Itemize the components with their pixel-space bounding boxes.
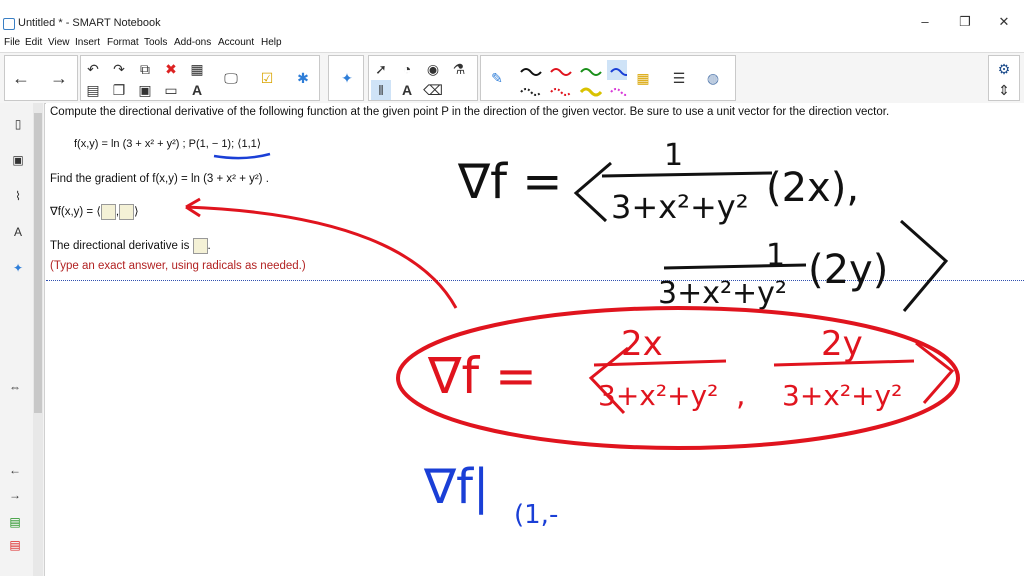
- ink-arrow: [185, 205, 458, 309]
- ink-red-num2: 2y: [821, 324, 863, 364]
- table-icon[interactable]: ▦: [187, 59, 207, 79]
- paint-icon[interactable]: ⚗: [449, 59, 469, 79]
- settings-group: ⚙ ⇕: [988, 55, 1020, 101]
- menu-addons[interactable]: Add-ons: [174, 37, 211, 48]
- close-button[interactable]: ✕: [984, 14, 1024, 30]
- properties-icon[interactable]: A: [9, 223, 27, 241]
- addons-group: ✦: [328, 55, 364, 101]
- add-page-icon[interactable]: ▤: [6, 513, 24, 531]
- check-box-icon[interactable]: ☑: [257, 68, 277, 88]
- delete-page-icon[interactable]: ▤: [6, 536, 24, 554]
- fill-icon[interactable]: ◉: [423, 59, 443, 79]
- toolbar-move-icon[interactable]: ⇕: [994, 80, 1014, 100]
- ink-red-den2: 3+x²+y²: [782, 379, 902, 412]
- ink-black-grad: ∇f =: [457, 154, 562, 210]
- text-tool-icon[interactable]: A: [397, 80, 417, 100]
- screen-share-icon[interactable]: 🖵: [221, 68, 241, 88]
- delete-icon[interactable]: ✖: [161, 59, 181, 79]
- ink-red-comma: ,: [736, 378, 746, 413]
- menu-format[interactable]: Format: [107, 37, 139, 48]
- lines-icon[interactable]: ‖: [371, 80, 391, 100]
- ink-red-closebracket: [915, 341, 955, 404]
- ink-black-2x: (2x),: [766, 165, 859, 211]
- ink-blue-sub: (1,-: [514, 500, 558, 530]
- ink-layer: ∇f = 1 3+x²+y² (2x), 1 3+x²+y² (2y) ∇f =…: [185, 138, 960, 530]
- edit-group: ↶ ↷ ⧉ ✖ ▦ ▤ ❐ ▣ ▭ A 🖵 ☑ ✱: [80, 55, 320, 101]
- magic-pen-icon[interactable]: ◍: [703, 68, 723, 88]
- notebook-canvas[interactable]: Compute the directional derivative of th…: [46, 103, 1024, 576]
- select-icon[interactable]: ➚: [371, 59, 391, 79]
- ink-black-num1: 1: [664, 138, 683, 173]
- menu-insert[interactable]: Insert: [75, 37, 100, 48]
- ink-black-2y: (2y): [808, 247, 888, 293]
- page-icon[interactable]: ▤: [83, 80, 103, 100]
- add-on-icon[interactable]: ✱: [293, 68, 313, 88]
- menu-view[interactable]: View: [48, 37, 70, 48]
- redo-icon[interactable]: ↷: [109, 59, 129, 79]
- window-title: Untitled * - SMART Notebook: [18, 17, 161, 29]
- ink-black-num2: 1: [766, 238, 785, 273]
- smart-notebook-icon: [3, 18, 15, 30]
- toolbar: ← → ↶ ↷ ⧉ ✖ ▦ ▤ ❐ ▣ ▭ A 🖵 ☑ ✱ ✦ ➚ ◔ ◉ ⚗ …: [0, 52, 1024, 104]
- copy-icon[interactable]: ❐: [109, 80, 129, 100]
- vertical-scrollbar[interactable]: [33, 103, 43, 576]
- ink-red-den1: 3+x²+y²: [598, 379, 718, 412]
- color-icon[interactable]: ▦: [633, 68, 653, 88]
- ink-red-num1: 2x: [621, 324, 663, 364]
- ink-underline: [213, 152, 271, 160]
- line-style-icon[interactable]: ☰: [669, 68, 689, 88]
- back-arrow-icon[interactable]: ←: [11, 68, 31, 88]
- prev-page-icon[interactable]: ←: [6, 461, 24, 479]
- menu-file[interactable]: File: [4, 37, 20, 48]
- text-icon[interactable]: A: [187, 80, 207, 100]
- ink-black-bracket: [573, 161, 612, 223]
- pen-presets[interactable]: [517, 60, 627, 98]
- save-icon[interactable]: ▣: [135, 80, 155, 100]
- tools-group: ➚ ◔ ◉ ⚗ ‖ A ⌫: [368, 55, 478, 101]
- menu-edit[interactable]: Edit: [25, 37, 42, 48]
- menu-tools[interactable]: Tools: [144, 37, 167, 48]
- page-sorter-icon[interactable]: ▯: [9, 115, 27, 133]
- settings-icon[interactable]: ⚙: [994, 59, 1014, 79]
- pen-icon[interactable]: ✎: [487, 68, 507, 88]
- ink-black-bar1: [601, 171, 773, 178]
- ink-black-den1: 3+x²+y²: [611, 188, 749, 226]
- puzzle-icon[interactable]: ✦: [337, 68, 357, 88]
- next-page-icon[interactable]: →: [6, 486, 24, 504]
- ink-red-bar2: [773, 359, 915, 367]
- addons-panel-icon[interactable]: ✦: [9, 259, 27, 277]
- menu-bar: File Edit View Insert Format Tools Add-o…: [0, 34, 1024, 52]
- ink-black-den2: 3+x²+y²: [658, 276, 787, 311]
- maximize-button[interactable]: ❐: [945, 14, 985, 30]
- paste-icon[interactable]: ⧉: [135, 59, 155, 79]
- ink-blue-eval: ∇f|: [423, 459, 489, 515]
- menu-account[interactable]: Account: [218, 37, 254, 48]
- menu-help[interactable]: Help: [261, 37, 282, 48]
- panel-resize-icon[interactable]: ⇔: [6, 378, 24, 396]
- pen-group: ✎ ▦ ☰ ◍: [480, 55, 736, 101]
- attachments-icon[interactable]: ⌇: [9, 187, 27, 205]
- title-bar: Untitled * - SMART Notebook – ❐ ✕: [0, 0, 1024, 34]
- gallery-icon[interactable]: ▣: [9, 151, 27, 169]
- ink-red-grad: ∇f =: [427, 347, 537, 405]
- eraser-icon[interactable]: ⌫: [423, 80, 443, 100]
- nav-group: ← →: [4, 55, 78, 101]
- scroll-thumb[interactable]: [34, 113, 42, 413]
- ink-red-bar1: [593, 359, 727, 367]
- shape-icon[interactable]: ◔: [397, 59, 417, 79]
- screen-icon[interactable]: ▭: [161, 80, 181, 100]
- minimize-button[interactable]: –: [905, 14, 945, 29]
- forward-arrow-icon[interactable]: →: [49, 68, 69, 88]
- ink-black-closebracket: [900, 219, 949, 312]
- undo-icon[interactable]: ↶: [83, 59, 103, 79]
